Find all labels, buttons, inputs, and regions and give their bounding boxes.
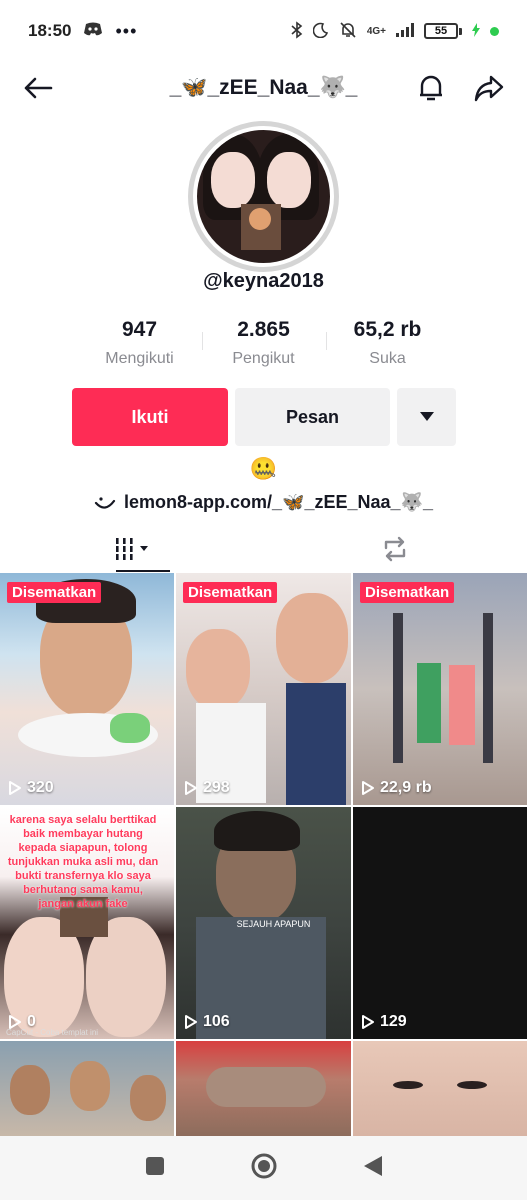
view-count: 106 — [184, 1013, 230, 1031]
stat-value: 65,2 rb — [353, 318, 422, 341]
video-grid: Disematkan 320 Disematkan 298 Disematkan… — [0, 573, 527, 1137]
video-thumbnail[interactable] — [353, 1041, 527, 1137]
profile-actions: Ikuti Pesan — [72, 388, 456, 446]
video-thumbnail[interactable]: 129 — [353, 807, 527, 1039]
message-button[interactable]: Pesan — [235, 388, 390, 446]
profile-username: @keyna2018 — [203, 270, 324, 292]
follow-button[interactable]: Ikuti — [72, 388, 228, 446]
play-icon — [9, 781, 21, 795]
video-thumbnail[interactable]: karena saya selalu berttikad baik membay… — [0, 807, 174, 1039]
stat-likes[interactable]: 65,2 rb Suka — [325, 318, 450, 368]
video-overlay-text: karena saya selalu berttikad baik membay… — [7, 814, 159, 910]
view-count-value: 298 — [203, 779, 230, 796]
view-count: 320 — [8, 779, 54, 797]
share-button[interactable] — [471, 70, 507, 106]
square-icon — [145, 1156, 164, 1175]
battery-icon: 55 — [424, 23, 462, 39]
stat-label: Mengikuti — [105, 350, 174, 367]
lemon8-icon — [94, 496, 116, 509]
video-thumbnail[interactable] — [176, 1041, 351, 1137]
moon-icon — [312, 22, 329, 41]
discord-icon — [83, 21, 103, 42]
network-label: 4G+ — [366, 25, 386, 37]
video-caption: SEJAUH APAPUN — [236, 919, 311, 929]
bell-icon — [420, 75, 442, 101]
caret-down-icon — [419, 412, 434, 421]
privacy-dot — [490, 26, 499, 36]
stat-following[interactable]: 947 Mengikuti — [78, 318, 202, 368]
avatar-ring[interactable] — [188, 121, 339, 272]
back-nav-button[interactable] — [362, 1154, 384, 1183]
profile-bio: 🤐 — [249, 456, 278, 481]
avatar — [197, 130, 330, 263]
view-count-value: 320 — [27, 779, 54, 796]
view-count: 129 — [361, 1013, 407, 1031]
view-count-value: 0 — [27, 1013, 36, 1030]
play-icon — [185, 1015, 197, 1029]
video-thumbnail[interactable] — [0, 1041, 174, 1137]
play-icon — [362, 1015, 374, 1029]
stat-label: Suka — [369, 350, 406, 367]
video-thumbnail[interactable]: Disematkan 320 — [0, 573, 174, 805]
mute-bell-icon — [339, 21, 357, 42]
system-navigation-bar — [0, 1136, 527, 1200]
bluetooth-icon — [291, 20, 303, 42]
tab-reposts[interactable] — [264, 526, 527, 572]
status-bar: 18:50 ••• 4G+ 55 — [0, 0, 527, 62]
back-button[interactable] — [20, 70, 56, 106]
view-count: 0 — [8, 1013, 36, 1031]
play-icon — [9, 1015, 21, 1029]
home-button[interactable] — [250, 1152, 278, 1185]
stat-value: 2.865 — [237, 318, 290, 341]
suggested-accounts-button[interactable] — [397, 388, 456, 446]
video-thumbnail[interactable]: SEJAUH APAPUN 106 — [176, 807, 351, 1039]
back-arrow-icon — [24, 77, 53, 99]
profile-tabs — [0, 526, 527, 572]
play-icon — [185, 781, 197, 795]
signal-icon — [396, 22, 414, 40]
view-count-value: 106 — [203, 1013, 230, 1030]
circle-icon — [251, 1153, 276, 1178]
recent-apps-button[interactable] — [144, 1155, 166, 1182]
stat-label: Pengikut — [232, 350, 295, 367]
share-arrow-icon — [474, 75, 504, 102]
view-count: 22,9 rb — [361, 779, 432, 797]
stat-value: 947 — [121, 318, 158, 341]
profile-link-text: lemon8-app.com/_🦋_zEE_Naa_🐺_ — [124, 492, 433, 512]
view-count: 298 — [184, 779, 230, 797]
profile-link[interactable]: lemon8-app.com/_🦋_zEE_Naa_🐺_ — [0, 492, 527, 513]
pinned-badge: Disematkan — [360, 582, 455, 603]
pinned-badge: Disematkan — [7, 582, 102, 603]
repost-icon — [385, 536, 406, 562]
view-count-value: 129 — [380, 1013, 407, 1030]
status-time: 18:50 — [28, 21, 72, 40]
tab-videos[interactable] — [0, 526, 264, 572]
more-dots-icon: ••• — [115, 20, 138, 41]
top-nav: _🦋_zEE_Naa_🐺_ — [0, 62, 527, 114]
play-icon — [362, 781, 374, 795]
video-thumbnail[interactable]: Disematkan 298 — [176, 573, 351, 805]
battery-level: 55 — [434, 25, 448, 37]
video-thumbnail[interactable]: Disematkan 22,9 rb — [353, 573, 527, 805]
notification-button[interactable] — [413, 70, 449, 106]
pinned-badge: Disematkan — [183, 582, 278, 603]
profile-stats: 947 Mengikuti 2.865 Pengikut 65,2 rb Suk… — [0, 318, 527, 368]
view-count-value: 22,9 rb — [380, 779, 432, 796]
stat-followers[interactable]: 2.865 Pengikut — [201, 318, 326, 368]
charging-icon — [472, 22, 480, 40]
video-grid-icon — [113, 538, 148, 560]
triangle-back-icon — [363, 1155, 382, 1176]
